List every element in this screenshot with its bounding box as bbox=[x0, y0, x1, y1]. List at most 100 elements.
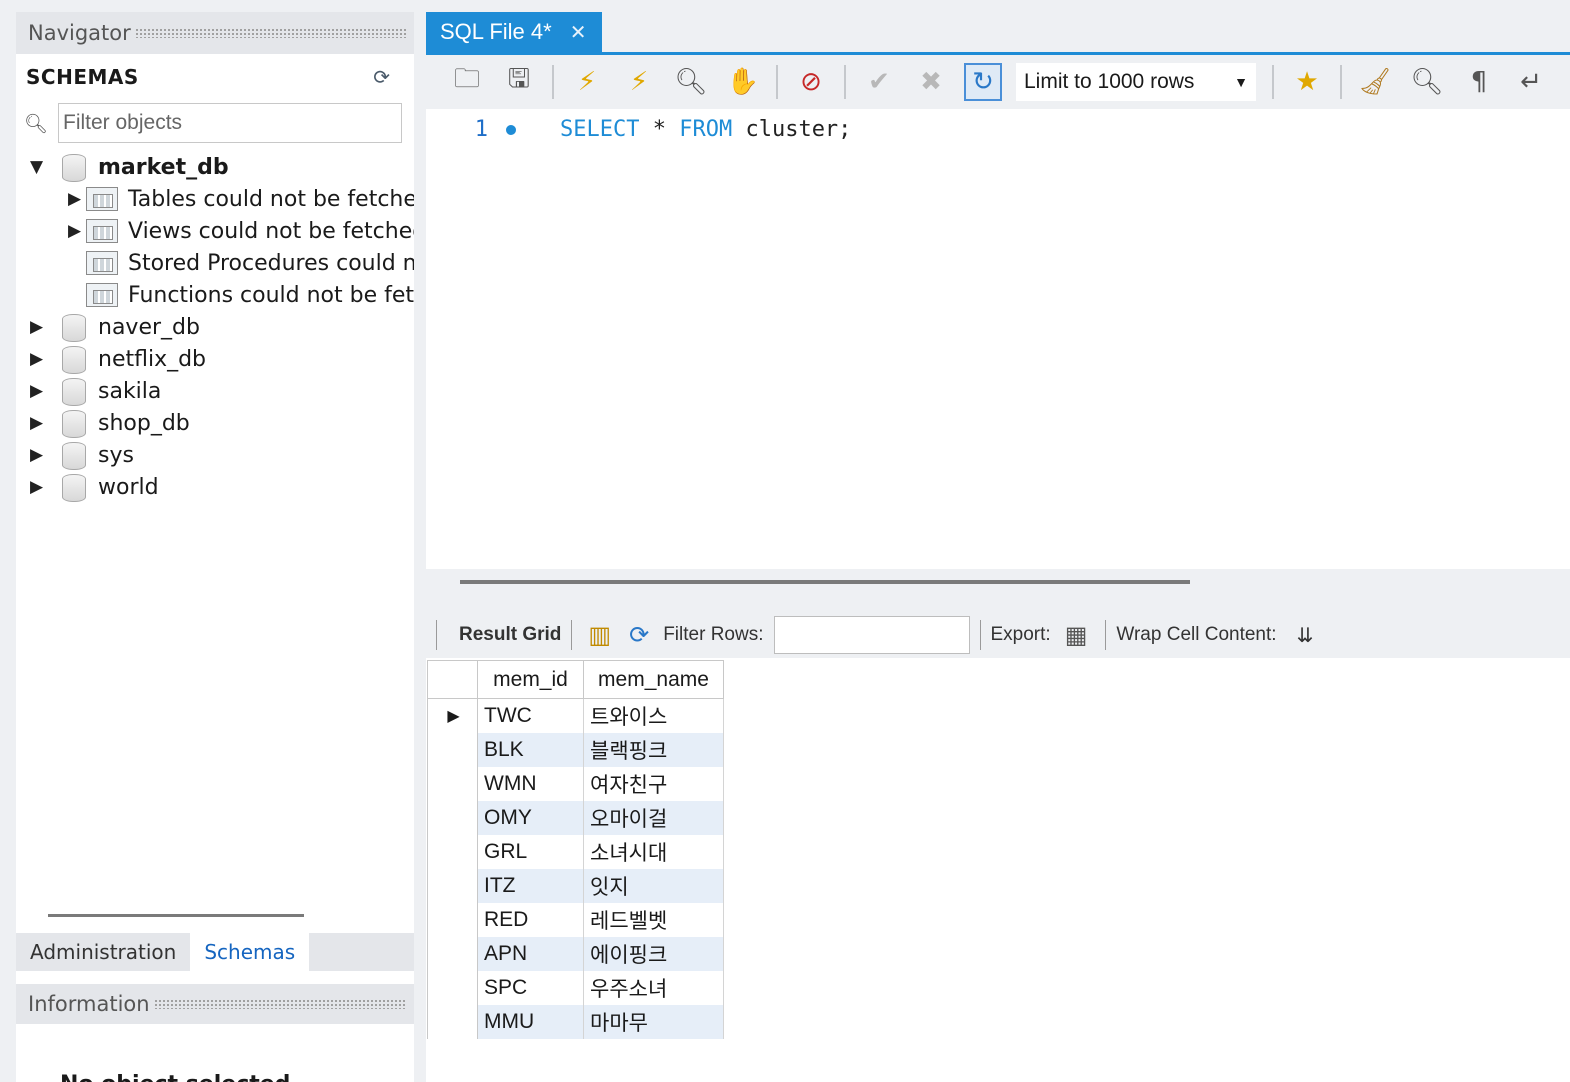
tree-item-stored-procedures[interactable]: Stored Procedures could not be fetched bbox=[68, 247, 414, 279]
cell-mem-id[interactable]: WMN bbox=[477, 766, 584, 801]
database-icon bbox=[62, 474, 86, 502]
wrap-cell-icon[interactable]: ⇊ bbox=[1297, 623, 1314, 648]
result-grid: mem_id mem_name ▶ TWC 트와이스 BLK 블랙핑크 WMN bbox=[427, 660, 724, 1039]
information-header: Information bbox=[16, 984, 414, 1024]
invisible-chars-icon[interactable]: ¶ bbox=[1460, 63, 1498, 101]
table-row[interactable]: ITZ 잇지 bbox=[427, 868, 724, 903]
cell-mem-id[interactable]: TWC bbox=[477, 698, 584, 733]
tree-item-views[interactable]: ▶ Views could not be fetched bbox=[68, 215, 414, 247]
cell-mem-name[interactable]: 잇지 bbox=[583, 868, 724, 903]
expand-arrow-icon[interactable]: ▶ bbox=[30, 477, 48, 497]
cell-mem-name[interactable]: 블랙핑크 bbox=[583, 732, 724, 767]
result-grid-tab[interactable]: Result Grid bbox=[459, 624, 561, 646]
refresh-schemas-icon[interactable]: ⟳ bbox=[373, 65, 390, 89]
column-header-mem-id[interactable]: mem_id bbox=[477, 660, 584, 699]
expand-arrow-icon[interactable]: ▶ bbox=[68, 221, 86, 241]
commit-icon[interactable]: ✔ bbox=[860, 63, 898, 101]
cell-mem-id[interactable]: RED bbox=[477, 902, 584, 937]
table-row[interactable]: SPC 우주소녀 bbox=[427, 970, 724, 1005]
tree-item-label: netflix_db bbox=[98, 346, 207, 372]
keyword-from: FROM bbox=[679, 117, 733, 142]
cell-mem-name[interactable]: 레드벨벳 bbox=[583, 902, 724, 937]
tree-item-sakila[interactable]: ▶ sakila bbox=[30, 375, 161, 407]
tab-sql-file[interactable]: SQL File 4* ✕ bbox=[426, 12, 602, 52]
tree-item-shop-db[interactable]: ▶ shop_db bbox=[30, 407, 190, 439]
code-line: 1 SELECT * FROM cluster; bbox=[426, 117, 852, 142]
rollback-icon[interactable]: ✖ bbox=[912, 63, 950, 101]
cell-mem-id[interactable]: BLK bbox=[477, 732, 584, 767]
expand-arrow-icon[interactable]: ▶ bbox=[68, 189, 86, 209]
execute-icon[interactable]: ⚡ bbox=[568, 63, 606, 101]
expand-arrow-icon[interactable]: ▶ bbox=[30, 349, 48, 369]
grid-view-icon[interactable]: ▥ bbox=[588, 621, 611, 650]
tab-administration[interactable]: Administration bbox=[16, 933, 190, 971]
sql-editor[interactable]: 1 SELECT * FROM cluster; bbox=[426, 109, 1570, 569]
autocommit-toggle-icon[interactable]: ↻ bbox=[964, 63, 1002, 101]
open-file-icon[interactable]: 🗀 bbox=[448, 63, 486, 101]
table-folder-icon bbox=[86, 187, 118, 211]
find-icon[interactable]: 🔍︎ bbox=[1408, 63, 1446, 101]
cell-mem-name[interactable]: 우주소녀 bbox=[583, 970, 724, 1005]
expand-arrow-icon[interactable]: ▶ bbox=[30, 445, 48, 465]
tree-item-market-db[interactable]: ▼ market_db bbox=[30, 151, 229, 183]
add-snippet-star-icon[interactable]: ★ bbox=[1288, 63, 1326, 101]
table-row[interactable]: APN 에이핑크 bbox=[427, 936, 724, 971]
cell-mem-name[interactable]: 소녀시대 bbox=[583, 834, 724, 869]
cell-mem-name[interactable]: 여자친구 bbox=[583, 766, 724, 801]
tab-schemas[interactable]: Schemas bbox=[190, 933, 310, 971]
stop-icon[interactable]: ✋ bbox=[724, 63, 762, 101]
limit-rows-value: Limit to 1000 rows bbox=[1024, 70, 1195, 93]
tree-item-sys[interactable]: ▶ sys bbox=[30, 439, 134, 471]
toolbar-separator bbox=[844, 65, 846, 99]
schema-tree: ▼ market_db ▶ Tables could not be fetche… bbox=[16, 151, 414, 515]
wrap-lines-icon[interactable]: ↵ bbox=[1512, 63, 1550, 101]
expand-arrow-icon[interactable]: ▶ bbox=[30, 317, 48, 337]
expand-arrow-icon[interactable]: ▼ bbox=[30, 157, 48, 177]
cell-mem-name[interactable]: 에이핑크 bbox=[583, 936, 724, 971]
tree-item-netflix-db[interactable]: ▶ netflix_db bbox=[30, 343, 206, 375]
view-folder-icon bbox=[86, 219, 118, 243]
cell-mem-id[interactable]: GRL bbox=[477, 834, 584, 869]
tree-item-naver-db[interactable]: ▶ naver_db bbox=[30, 311, 200, 343]
table-row[interactable]: BLK 블랙핑크 bbox=[427, 732, 724, 767]
explain-icon[interactable]: 🔍︎ bbox=[672, 63, 710, 101]
panel-splitter[interactable] bbox=[48, 914, 304, 917]
tree-item-label: Stored Procedures could not be fetched bbox=[128, 250, 414, 276]
cell-mem-id[interactable]: MMU bbox=[477, 1004, 584, 1039]
table-row[interactable]: GRL 소녀시대 bbox=[427, 834, 724, 869]
cell-mem-name[interactable]: 트와이스 bbox=[583, 698, 724, 733]
filter-objects-input[interactable] bbox=[58, 103, 402, 143]
tree-item-functions[interactable]: Functions could not be fetched bbox=[68, 279, 414, 311]
export-icon[interactable]: ▦ bbox=[1065, 621, 1088, 650]
column-header-mem-name[interactable]: mem_name bbox=[583, 660, 724, 699]
close-icon[interactable]: ✕ bbox=[570, 20, 587, 45]
table-row[interactable]: WMN 여자친구 bbox=[427, 766, 724, 801]
export-label: Export: bbox=[990, 624, 1051, 645]
beautify-broom-icon[interactable]: 🧹︎ bbox=[1356, 63, 1394, 101]
filter-rows-input[interactable] bbox=[773, 616, 970, 654]
result-grid-area: mem_id mem_name ▶ TWC 트와이스 BLK 블랙핑크 WMN bbox=[426, 658, 1570, 1082]
toolbar-separator bbox=[979, 620, 981, 650]
limit-rows-select[interactable]: Limit to 1000 rows ▼ bbox=[1016, 63, 1256, 101]
cell-mem-id[interactable]: OMY bbox=[477, 800, 584, 835]
header-grip bbox=[153, 999, 406, 1009]
information-title: Information bbox=[28, 992, 150, 1016]
table-row[interactable]: OMY 오마이걸 bbox=[427, 800, 724, 835]
expand-arrow-icon[interactable]: ▶ bbox=[30, 413, 48, 433]
cell-mem-name[interactable]: 마마무 bbox=[583, 1004, 724, 1039]
expand-arrow-icon[interactable]: ▶ bbox=[30, 381, 48, 401]
horizontal-scrollbar[interactable] bbox=[460, 580, 1190, 584]
tree-item-tables[interactable]: ▶ Tables could not be fetched bbox=[68, 183, 414, 215]
table-row[interactable]: ▶ TWC 트와이스 bbox=[427, 698, 724, 733]
table-row[interactable]: RED 레드벨벳 bbox=[427, 902, 724, 937]
table-row[interactable]: MMU 마마무 bbox=[427, 1004, 724, 1039]
execute-current-icon[interactable]: ⚡ bbox=[620, 63, 658, 101]
save-icon[interactable]: 🖫 bbox=[500, 63, 538, 101]
cell-mem-id[interactable]: ITZ bbox=[477, 868, 584, 903]
cell-mem-id[interactable]: APN bbox=[477, 936, 584, 971]
refresh-icon[interactable]: ⟳ bbox=[629, 621, 649, 650]
cell-mem-name[interactable]: 오마이걸 bbox=[583, 800, 724, 835]
cell-mem-id[interactable]: SPC bbox=[477, 970, 584, 1005]
tree-item-world[interactable]: ▶ world bbox=[30, 471, 159, 503]
stop-on-error-icon[interactable]: ⊘ bbox=[792, 63, 830, 101]
